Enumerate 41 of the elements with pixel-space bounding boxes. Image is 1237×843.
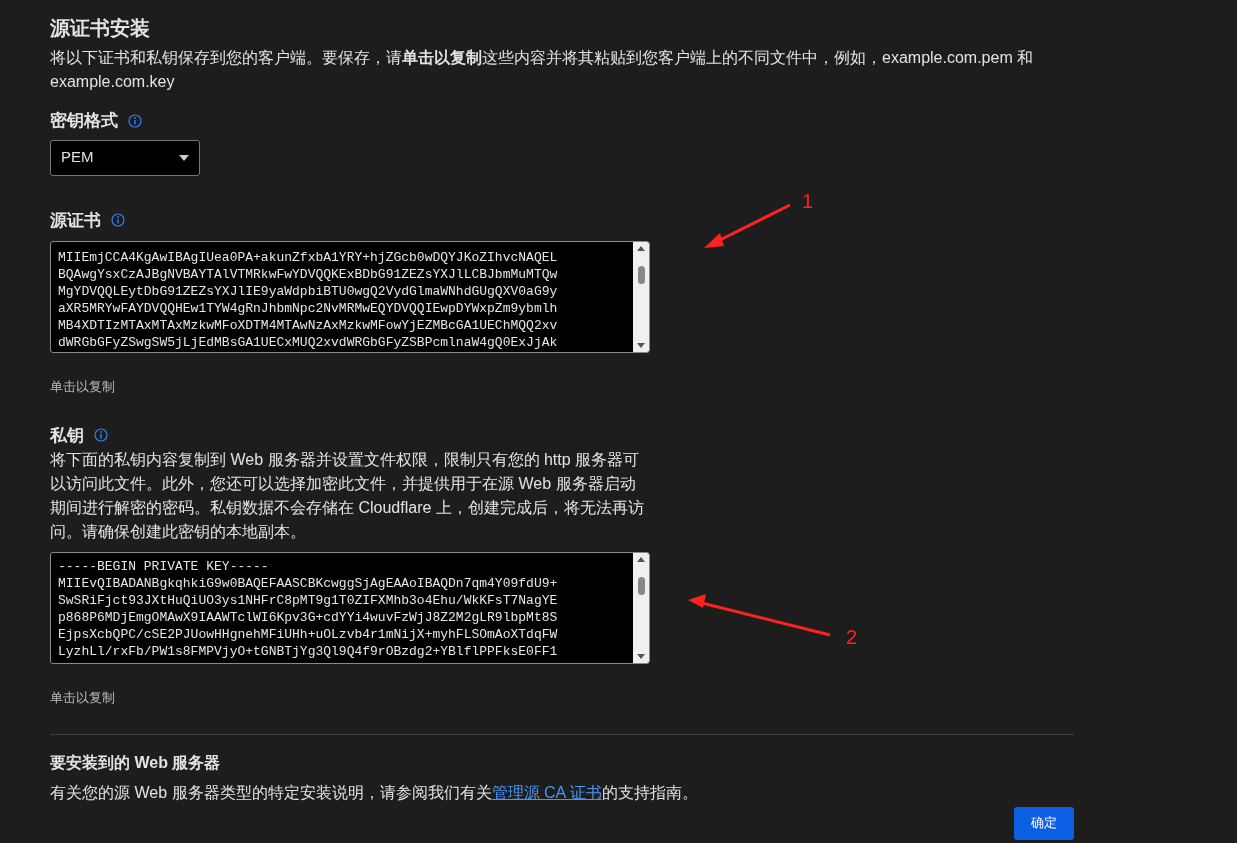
confirm-button[interactable]: 确定	[1014, 806, 1074, 840]
code-line: EjpsXcbQPC/cSE2PJUowHHgnehMFiUHh+uOLzvb4r1mNijX+myhFLSOmAoXTdqFW	[58, 626, 558, 643]
scroll-down-icon[interactable]	[637, 654, 645, 659]
copy-link[interactable]: 单击以复制	[50, 688, 1237, 708]
code-line: MgYDVQQLEytDbG91ZEZsYXJlIE9yaWdpbiBTU0wgQ2VydGlmaWNhdGUgQXV0aG9y	[58, 283, 558, 300]
field-label: 私钥	[50, 424, 84, 447]
scroll-thumb[interactable]	[637, 266, 645, 284]
code-line: LyzhLl/rxFb/PW1s8FMPVjyO+tGNBTjYg3Ql9Q4f9rOBzdg2+YBlflPPFksE0FF1	[58, 643, 558, 660]
copy-link[interactable]: 单击以复制	[50, 377, 1237, 397]
scrollbar[interactable]	[633, 553, 649, 663]
code-line: p868P6MDjEmgOMAwX9IAAWTclWI6Kpv3G+cdYYi4wuvFzWjJ8Z2M2gLR9lbpMt8S	[58, 609, 558, 626]
format-dropdown[interactable]: PEM	[50, 139, 200, 176]
code-line: MIIEvQIBADANBgkqhkiG9w0BAQEFAASCBKcwggSjAgEAAoIBAQDn7qm4Y09fdU9+	[58, 575, 558, 592]
intro-text: 将以下证书和私钥保存到您的客户端。要保存，请单击以复制这些内容并将其粘贴到您客户端上的不同文件中，例如，example.com.pem 和 example.com.key	[50, 48, 1035, 92]
private-key-textarea[interactable]	[50, 552, 650, 664]
annotation-number: 1	[802, 189, 814, 214]
info-icon[interactable]	[111, 213, 125, 228]
code-line: MIIEmjCCA4KgAwIBAgIUea0PA+akunZfxbA1YRY+hjZGcb0wDQYJKoZIhvcNAQEL	[58, 249, 558, 266]
scrollbar[interactable]	[633, 242, 649, 352]
guide-link[interactable]: 管理源 CA 证书	[491, 783, 602, 801]
scroll-up-icon[interactable]	[637, 557, 645, 562]
certificate-textarea[interactable]	[50, 241, 650, 353]
scroll-thumb[interactable]	[637, 577, 645, 595]
code-line: -----BEGIN PRIVATE KEY-----	[58, 558, 269, 575]
code-line: aXR5MRYwFAYDVQQHEw1TYW4gRnJhbmNpc2NvMRMwEQYDVQQIEwpDYWxpZm9ybmlh	[58, 300, 558, 317]
code-line: dWRGbGFyZSwgSW5jLjEdMBsGA1UECxMUQ2xvdWRGbGFyZSBPcmlnaW4gQ0ExJjAk	[58, 334, 558, 351]
page-title: 源证书安装	[50, 16, 151, 41]
annotation-number: 2	[846, 625, 858, 650]
caret-icon	[179, 154, 189, 161]
info-icon[interactable]	[128, 113, 142, 128]
field-label: 源证书	[50, 209, 101, 232]
code-line: MB4XDTIzMTAxMTAxMzkwMFoXDTM4MTAwNzAxMzkwMFowYjEZMBcGA1UEChMQQ2xv	[58, 317, 558, 334]
code-line: BQAwgYsxCzAJBgNVBAYTAlVTMRkwFwYDVQQKExBDbG91ZEZsYXJlLCBJbmMuMTQw	[58, 266, 558, 283]
key-description: 将下面的私钥内容复制到 Web 服务器并设置文件权限，限制只有您的 http 服务器可以访问此文件。此外，您还可以选择加密此文件，并提供用于在源 Web 服务器启动期间进行解密的密码。私钥数据不会存储在 Cloudflare 上，创建完成后，将无法再访问。请确保创建此密钥的本地副本。	[50, 450, 644, 542]
field-label: 密钥格式	[50, 110, 118, 132]
section-title: 要安装到的 Web 服务器	[50, 752, 222, 773]
scroll-down-icon[interactable]	[637, 343, 645, 348]
scroll-up-icon[interactable]	[637, 246, 645, 251]
code-line: SwSRiFjct93JXtHuQiUO3ys1NHFrC8pMT9g1T0ZIFXMhb3o4Ehu/WkKFsT7NagYE	[58, 592, 558, 609]
info-icon[interactable]	[94, 428, 108, 443]
support-text: 有关您的源 Web 服务器类型的特定安装说明，请参阅我们有关管理源 CA 证书的支持指南。	[50, 782, 699, 803]
